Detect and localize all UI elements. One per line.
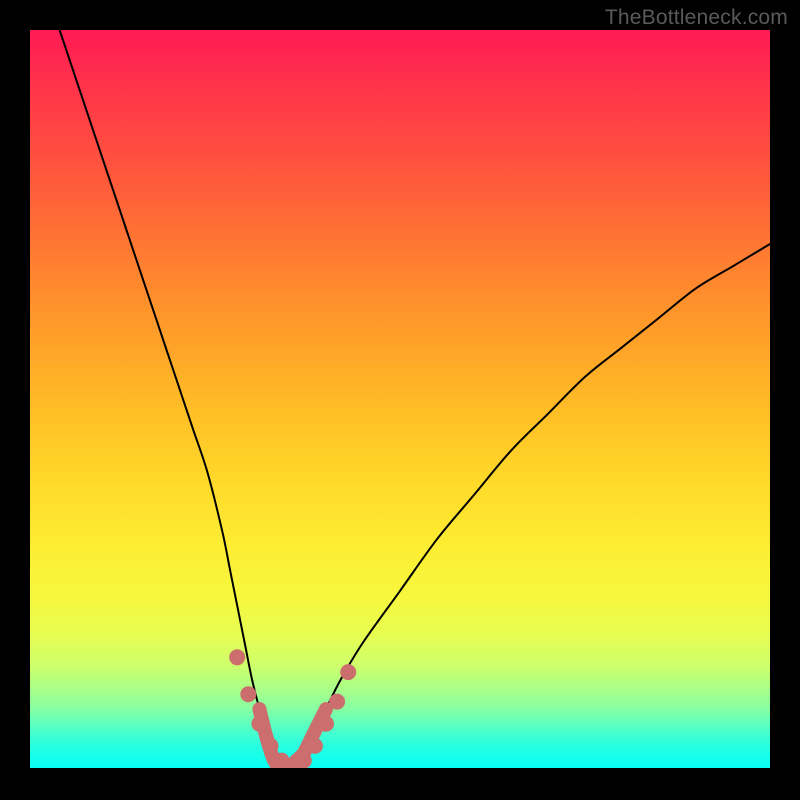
trough-marker-dot xyxy=(318,716,334,732)
trough-marker-dot xyxy=(307,738,323,754)
curve-layer xyxy=(30,30,770,768)
trough-marker-dot xyxy=(340,664,356,680)
chart-frame: TheBottleneck.com xyxy=(0,0,800,800)
plot-area xyxy=(30,30,770,768)
trough-marker-dot xyxy=(296,753,312,768)
trough-markers xyxy=(229,649,356,768)
watermark-text: TheBottleneck.com xyxy=(605,6,788,30)
trough-marker-dot xyxy=(329,694,345,710)
trough-marker-dot xyxy=(263,738,279,754)
trough-marker-dot xyxy=(240,686,256,702)
trough-marker-dot xyxy=(251,716,267,732)
trough-marker-dot xyxy=(229,649,245,665)
bottleneck-curve xyxy=(60,30,770,768)
